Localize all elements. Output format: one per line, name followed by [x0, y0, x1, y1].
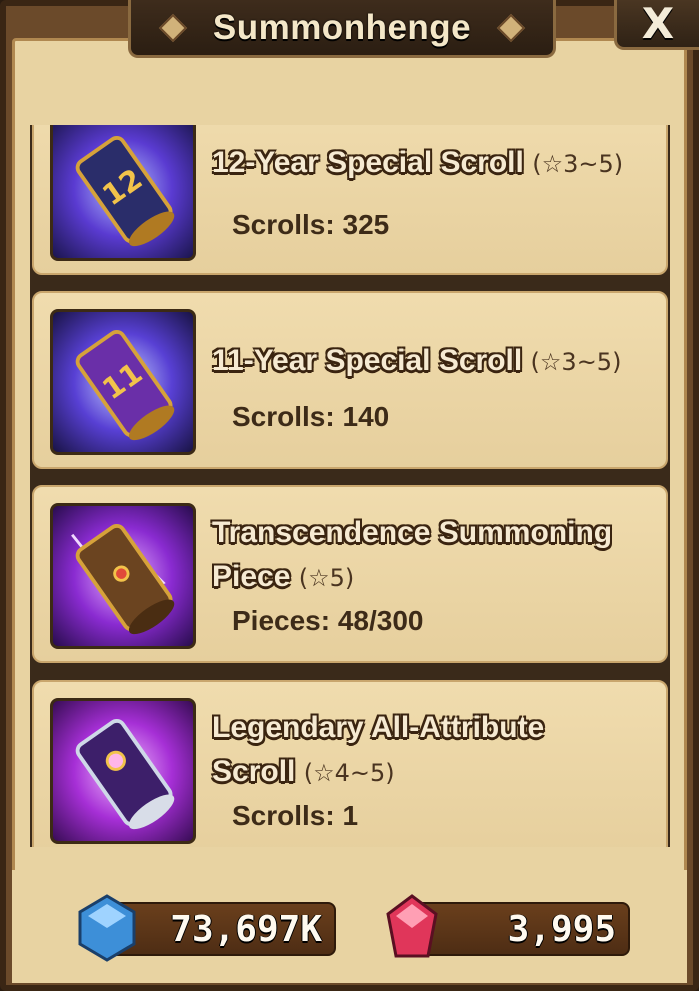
scroll-12-icon: 12 — [50, 125, 196, 261]
item-name: Legendary All-Attribute Scroll (☆4~5) — [212, 706, 662, 795]
crystal-value: 3,995 — [507, 908, 616, 950]
page-title: Summonhenge — [212, 7, 472, 47]
item-grade: (☆3~5) — [532, 150, 624, 178]
title-ornament-left — [158, 13, 188, 43]
title-ornament-right — [496, 13, 526, 43]
item-count: Scrolls: 1 — [232, 800, 359, 831]
count-value: 325 — [342, 209, 390, 240]
crystal-counter: 3,995 — [412, 902, 630, 956]
item-name-line2: Scroll — [212, 755, 296, 788]
legendary-scroll-icon — [50, 698, 196, 844]
count-label: Pieces — [232, 605, 321, 636]
item-count: Pieces: 48/300 — [232, 605, 424, 636]
title-plate: Summonhenge — [128, 0, 556, 58]
mana-crystal-icon — [78, 894, 136, 962]
mana-counter: 73,697K — [108, 902, 336, 956]
count-label: Scrolls — [232, 209, 326, 240]
item-name: Transcendence Summoning Piece (☆5) — [212, 511, 662, 600]
item-grade: (☆4~5) — [303, 759, 395, 787]
item-name-text: 11-Year Special Scroll — [212, 344, 523, 377]
count-label: Scrolls — [232, 401, 326, 432]
item-name-line1: Transcendence Summoning — [212, 516, 613, 549]
item-count: Scrolls: 325 — [232, 209, 390, 240]
scroll-list[interactable]: 12 12-Year Special Scroll (☆3~5) Scrolls… — [30, 125, 670, 847]
transcendence-scroll-icon — [50, 503, 196, 649]
item-name-text: 12-Year Special Scroll — [212, 146, 524, 179]
crystal-gem-icon — [386, 894, 438, 958]
count-value: 1 — [342, 800, 359, 831]
list-item[interactable]: 12 12-Year Special Scroll (☆3~5) Scrolls… — [32, 125, 668, 275]
item-grade: (☆3~5) — [530, 348, 622, 376]
item-count: Scrolls: 140 — [232, 401, 390, 432]
item-name-line2: Piece — [212, 560, 291, 593]
item-name: 12-Year Special Scroll (☆3~5) — [212, 141, 662, 186]
item-name-line1: Legendary All-Attribute — [212, 711, 545, 744]
item-grade: (☆5) — [298, 564, 355, 592]
item-name: 11-Year Special Scroll (☆3~5) — [212, 339, 662, 384]
list-item[interactable]: Transcendence Summoning Piece (☆5) Piece… — [32, 485, 668, 663]
scroll-11-icon: 11 — [50, 309, 196, 455]
list-item[interactable]: 11 11-Year Special Scroll (☆3~5) Scrolls… — [32, 291, 668, 469]
count-value: 140 — [342, 401, 390, 432]
count-value: 48/300 — [337, 605, 424, 636]
close-button[interactable]: X — [614, 0, 699, 50]
count-label: Scrolls — [232, 800, 326, 831]
mana-value: 73,697K — [170, 908, 322, 950]
list-item[interactable]: Legendary All-Attribute Scroll (☆4~5) Sc… — [32, 680, 668, 847]
